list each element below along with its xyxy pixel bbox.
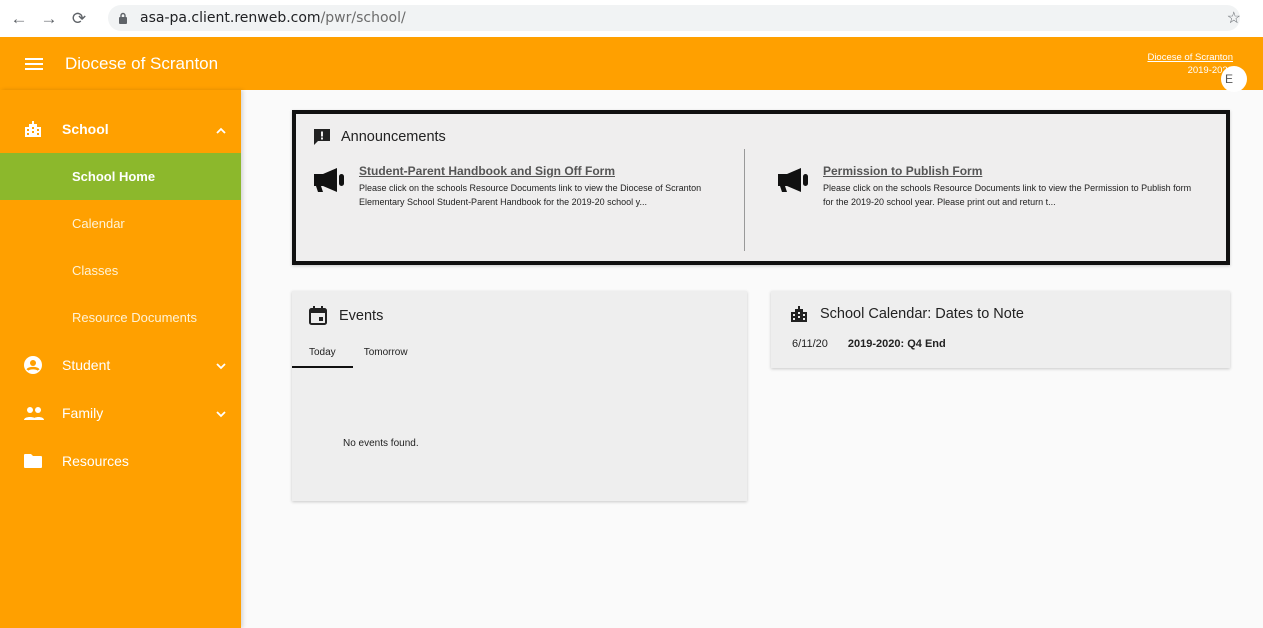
- bookmark-star-icon[interactable]: ☆: [1227, 8, 1241, 28]
- sidebar: School School Home Calendar Classes Reso…: [0, 90, 241, 628]
- calendar-entry-event: 2019-2020: Q4 End: [847, 338, 946, 350]
- header-org-info: Diocese of Scranton 2019-2020 E: [1147, 51, 1247, 92]
- calendar-icon: [309, 306, 327, 325]
- account-circle-icon: [24, 356, 44, 374]
- announcement-divider: [744, 149, 745, 251]
- sidebar-item-resources[interactable]: Resources: [0, 437, 241, 485]
- menu-icon[interactable]: [25, 55, 43, 73]
- sidebar-item-label: Student: [62, 357, 111, 373]
- announcements-card: Announcements Student-Parent Handbook an…: [292, 110, 1230, 265]
- sidebar-item-label: Family: [62, 405, 104, 421]
- megaphone-icon: [312, 168, 346, 197]
- announcement-item: Permission to Publish Form Please click …: [776, 164, 1206, 209]
- events-tabs: Today Tomorrow: [292, 346, 419, 368]
- calendar-entry-date: 6/11/20: [792, 338, 828, 350]
- announcement-item: Student-Parent Handbook and Sign Off For…: [312, 164, 742, 209]
- sidebar-item-classes[interactable]: Classes: [0, 247, 241, 294]
- chevron-down-icon: [216, 357, 226, 373]
- sidebar-item-label: Resources: [62, 453, 129, 469]
- reload-icon[interactable]: ⟳: [64, 0, 94, 37]
- school-building-icon: [790, 306, 808, 322]
- events-card: Events Today Tomorrow No events found.: [292, 291, 747, 501]
- school-building-icon: [24, 121, 44, 137]
- url-host: asa-pa.client.renweb.com: [140, 10, 321, 26]
- sidebar-item-resource-documents[interactable]: Resource Documents: [0, 294, 241, 341]
- app-title: Diocese of Scranton: [65, 53, 219, 73]
- sidebar-item-calendar[interactable]: Calendar: [0, 200, 241, 247]
- announcements-title: Announcements: [341, 129, 446, 145]
- school-calendar-title: School Calendar: Dates to Note: [820, 306, 1024, 322]
- events-title: Events: [339, 307, 384, 324]
- url-path: /pwr/school/: [320, 10, 406, 26]
- announcement-body: Please click on the schools Resource Doc…: [823, 183, 1192, 207]
- school-calendar-card: School Calendar: Dates to Note 6/11/20 2…: [771, 291, 1230, 368]
- tab-today[interactable]: Today: [292, 346, 353, 368]
- sidebar-item-student[interactable]: Student: [0, 341, 241, 389]
- sidebar-item-family[interactable]: Family: [0, 389, 241, 437]
- org-link[interactable]: Diocese of Scranton: [1147, 51, 1233, 64]
- people-icon: [24, 406, 44, 420]
- megaphone-icon: [776, 168, 810, 197]
- app-header: Diocese of Scranton Diocese of Scranton …: [0, 37, 1263, 92]
- empty-state-text: No events found.: [343, 438, 419, 449]
- sidebar-item-school-home[interactable]: School Home: [0, 153, 241, 200]
- announcement-link[interactable]: Permission to Publish Form: [823, 164, 1206, 178]
- browser-toolbar: ← → ⟳ asa-pa.client.renweb.com/pwr/schoo…: [0, 0, 1263, 37]
- sidebar-item-school[interactable]: School: [0, 105, 241, 153]
- calendar-entry: 6/11/20 2019-2020: Q4 End: [792, 338, 946, 350]
- sidebar-item-label: School: [62, 121, 109, 137]
- announcement-body: Please click on the schools Resource Doc…: [359, 183, 702, 207]
- folder-icon: [24, 454, 44, 468]
- school-calendar-header: School Calendar: Dates to Note: [790, 306, 1024, 322]
- avatar[interactable]: E: [1221, 66, 1247, 92]
- chevron-up-icon: [216, 121, 226, 137]
- lock-icon: [118, 12, 134, 24]
- tab-tomorrow[interactable]: Tomorrow: [353, 346, 419, 368]
- chevron-down-icon: [216, 405, 226, 421]
- announcement-alert-icon: [313, 128, 331, 146]
- back-arrow-icon[interactable]: ←: [4, 0, 34, 37]
- school-year: 2019-2020: [1187, 65, 1233, 76]
- announcements-header: Announcements: [313, 128, 446, 146]
- address-bar[interactable]: asa-pa.client.renweb.com/pwr/school/: [108, 5, 1240, 31]
- announcement-link[interactable]: Student-Parent Handbook and Sign Off For…: [359, 164, 742, 178]
- events-header: Events: [309, 306, 383, 325]
- forward-arrow-icon[interactable]: →: [34, 0, 64, 37]
